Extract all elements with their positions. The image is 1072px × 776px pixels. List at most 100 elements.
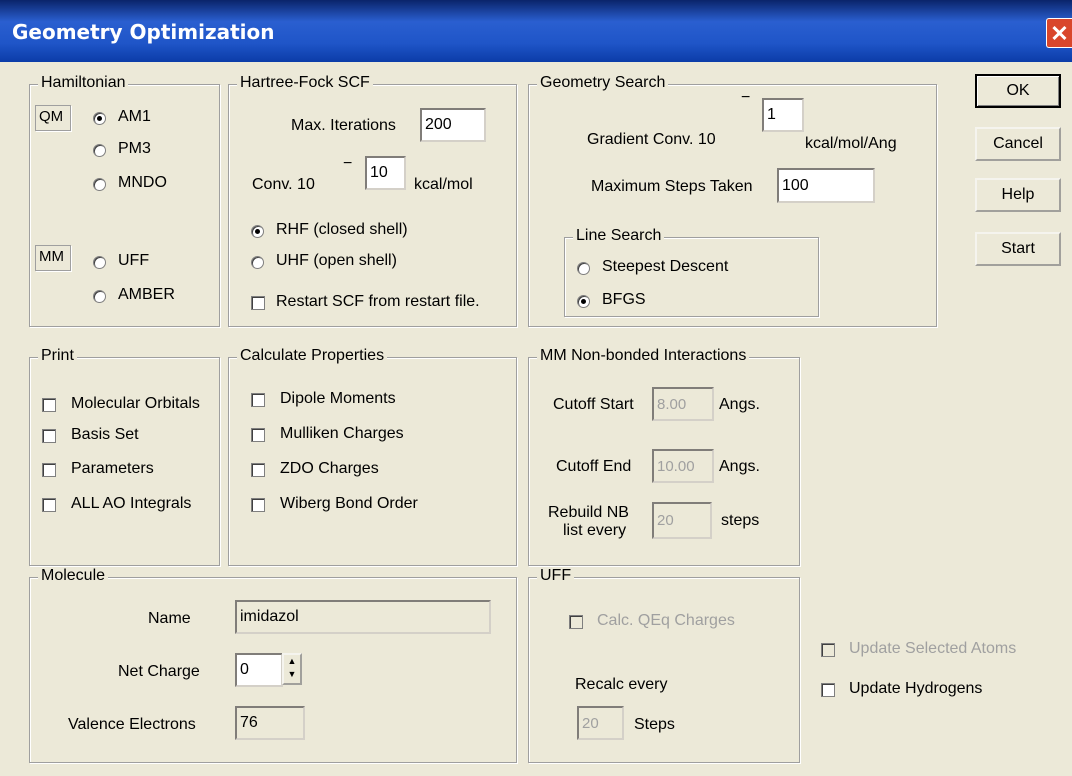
steepest-descent-radio[interactable] [577, 262, 590, 275]
mndo-label[interactable]: MNDO [118, 174, 167, 192]
dipole-moments-label[interactable]: Dipole Moments [280, 390, 396, 408]
update-selected-atoms-label: Update Selected Atoms [849, 640, 1017, 657]
ok-button[interactable]: OK [975, 74, 1061, 108]
hamiltonian-legend: Hamiltonian [38, 74, 129, 92]
help-button[interactable]: Help [975, 178, 1061, 212]
steepest-descent-label[interactable]: Steepest Descent [602, 258, 728, 276]
line-search-group: Line Search Steepest Descent BFGS [564, 227, 819, 317]
calculate-properties-group: Calculate Properties Dipole Moments Mull… [228, 347, 517, 566]
net-charge-label: Net Charge [118, 663, 200, 680]
chevron-up-icon[interactable]: ▲ [288, 656, 297, 666]
valence-electrons-input [235, 706, 305, 740]
zdo-charges-label[interactable]: ZDO Charges [280, 460, 379, 478]
pm3-radio[interactable] [93, 144, 106, 157]
conv-exp-sign: − [343, 155, 353, 172]
mulliken-charges-label[interactable]: Mulliken Charges [280, 425, 404, 443]
print-legend: Print [38, 347, 77, 365]
net-charge-stepper[interactable]: ▲ ▼ [282, 653, 302, 685]
line-search-legend: Line Search [573, 227, 665, 245]
restart-scf-label[interactable]: Restart SCF from restart file. [276, 293, 480, 311]
window-title: Geometry Optimization [12, 20, 275, 44]
parameters-checkbox[interactable] [42, 463, 56, 477]
gradient-conv-label: Gradient Conv. 10 [587, 131, 716, 148]
chevron-down-icon[interactable]: ▼ [288, 669, 297, 679]
print-group: Print Molecular Orbitals Basis Set Param… [29, 347, 220, 566]
rebuild-nb-label: Rebuild NB [548, 504, 629, 521]
uff-legend: UFF [537, 567, 575, 585]
start-button[interactable]: Start [975, 232, 1061, 266]
bfgs-radio[interactable] [577, 295, 590, 308]
name-label: Name [148, 610, 191, 627]
cutoff-start-input [652, 387, 714, 421]
amber-label[interactable]: AMBER [118, 286, 175, 304]
uff-label[interactable]: UFF [118, 252, 149, 270]
recalc-steps-input [577, 706, 624, 740]
uhf-radio[interactable] [251, 256, 264, 269]
mm-tag: MM [35, 245, 71, 271]
qm-tag: QM [35, 105, 71, 131]
parameters-label[interactable]: Parameters [71, 460, 154, 478]
hartree-fock-legend: Hartree-Fock SCF [237, 74, 373, 92]
rebuild-steps-input [652, 502, 712, 539]
restart-scf-checkbox[interactable] [251, 296, 265, 310]
close-icon: ✕ [1050, 21, 1069, 46]
recalc-steps-label: Steps [634, 716, 675, 733]
cutoff-start-unit: Angs. [719, 396, 760, 413]
max-steps-input[interactable] [777, 168, 875, 203]
gradient-unit: kcal/mol/Ang [805, 135, 897, 152]
cutoff-end-unit: Angs. [719, 458, 760, 475]
valence-electrons-label: Valence Electrons [68, 716, 196, 733]
dipole-moments-checkbox[interactable] [251, 393, 265, 407]
gradient-exp-sign: − [741, 89, 751, 106]
molecule-group: Molecule Name Net Charge ▲▼ Valence Elec… [29, 567, 517, 763]
uhf-label[interactable]: UHF (open shell) [276, 252, 397, 270]
hartree-fock-group: Hartree-Fock SCF Max. Iterations Conv. 1… [228, 74, 517, 327]
close-button[interactable]: ✕ [1046, 18, 1072, 48]
basis-set-checkbox[interactable] [42, 429, 56, 443]
hamiltonian-group: Hamiltonian QM AM1 PM3 MNDO MM UFF AMBER [29, 74, 220, 327]
net-charge-input[interactable] [235, 653, 283, 687]
molecular-orbitals-label[interactable]: Molecular Orbitals [71, 395, 200, 413]
bfgs-label[interactable]: BFGS [602, 291, 646, 309]
rhf-radio[interactable] [251, 225, 264, 238]
mm-nonbonded-group: MM Non-bonded Interactions Cutoff Start … [528, 347, 800, 566]
update-hydrogens-label[interactable]: Update Hydrogens [849, 680, 982, 698]
conv-label: Conv. 10 [252, 176, 315, 193]
molecular-orbitals-checkbox[interactable] [42, 398, 56, 412]
title-bar[interactable]: Geometry Optimization ✕ [0, 0, 1072, 62]
molecule-legend: Molecule [38, 567, 109, 585]
amber-radio[interactable] [93, 290, 106, 303]
mndo-radio[interactable] [93, 178, 106, 191]
cancel-button[interactable]: Cancel [975, 127, 1061, 161]
cutoff-end-input [652, 449, 714, 483]
calculate-properties-legend: Calculate Properties [237, 347, 388, 365]
calc-qeq-charges-checkbox [569, 615, 583, 629]
am1-label[interactable]: AM1 [118, 108, 151, 126]
mm-nonbonded-legend: MM Non-bonded Interactions [537, 347, 750, 365]
mulliken-charges-checkbox[interactable] [251, 428, 265, 442]
update-selected-atoms-checkbox [821, 643, 835, 657]
molecule-name-input[interactable] [235, 600, 491, 634]
basis-set-label[interactable]: Basis Set [71, 426, 139, 444]
all-ao-integrals-checkbox[interactable] [42, 498, 56, 512]
update-hydrogens-checkbox[interactable] [821, 683, 835, 697]
max-iterations-label: Max. Iterations [291, 117, 396, 134]
wiberg-bond-order-checkbox[interactable] [251, 498, 265, 512]
pm3-label[interactable]: PM3 [118, 140, 151, 158]
rhf-label[interactable]: RHF (closed shell) [276, 221, 408, 239]
uff-group: UFF Calc. QEq Charges Recalc every Steps [528, 567, 800, 763]
gradient-exp-input[interactable] [762, 98, 804, 132]
cutoff-start-label: Cutoff Start [553, 396, 634, 413]
zdo-charges-checkbox[interactable] [251, 463, 265, 477]
calc-qeq-charges-label: Calc. QEq Charges [597, 612, 735, 629]
geometry-search-legend: Geometry Search [537, 74, 669, 92]
geometry-search-group: Geometry Search − Gradient Conv. 10 kcal… [528, 74, 937, 327]
am1-radio[interactable] [93, 112, 106, 125]
uff-radio[interactable] [93, 256, 106, 269]
wiberg-bond-order-label[interactable]: Wiberg Bond Order [280, 495, 418, 513]
cutoff-end-label: Cutoff End [556, 458, 632, 475]
conv-exp-input[interactable] [365, 156, 406, 190]
all-ao-integrals-label[interactable]: ALL AO Integrals [71, 495, 191, 513]
max-iterations-input[interactable] [420, 108, 486, 142]
recalc-every-label: Recalc every [575, 676, 668, 693]
